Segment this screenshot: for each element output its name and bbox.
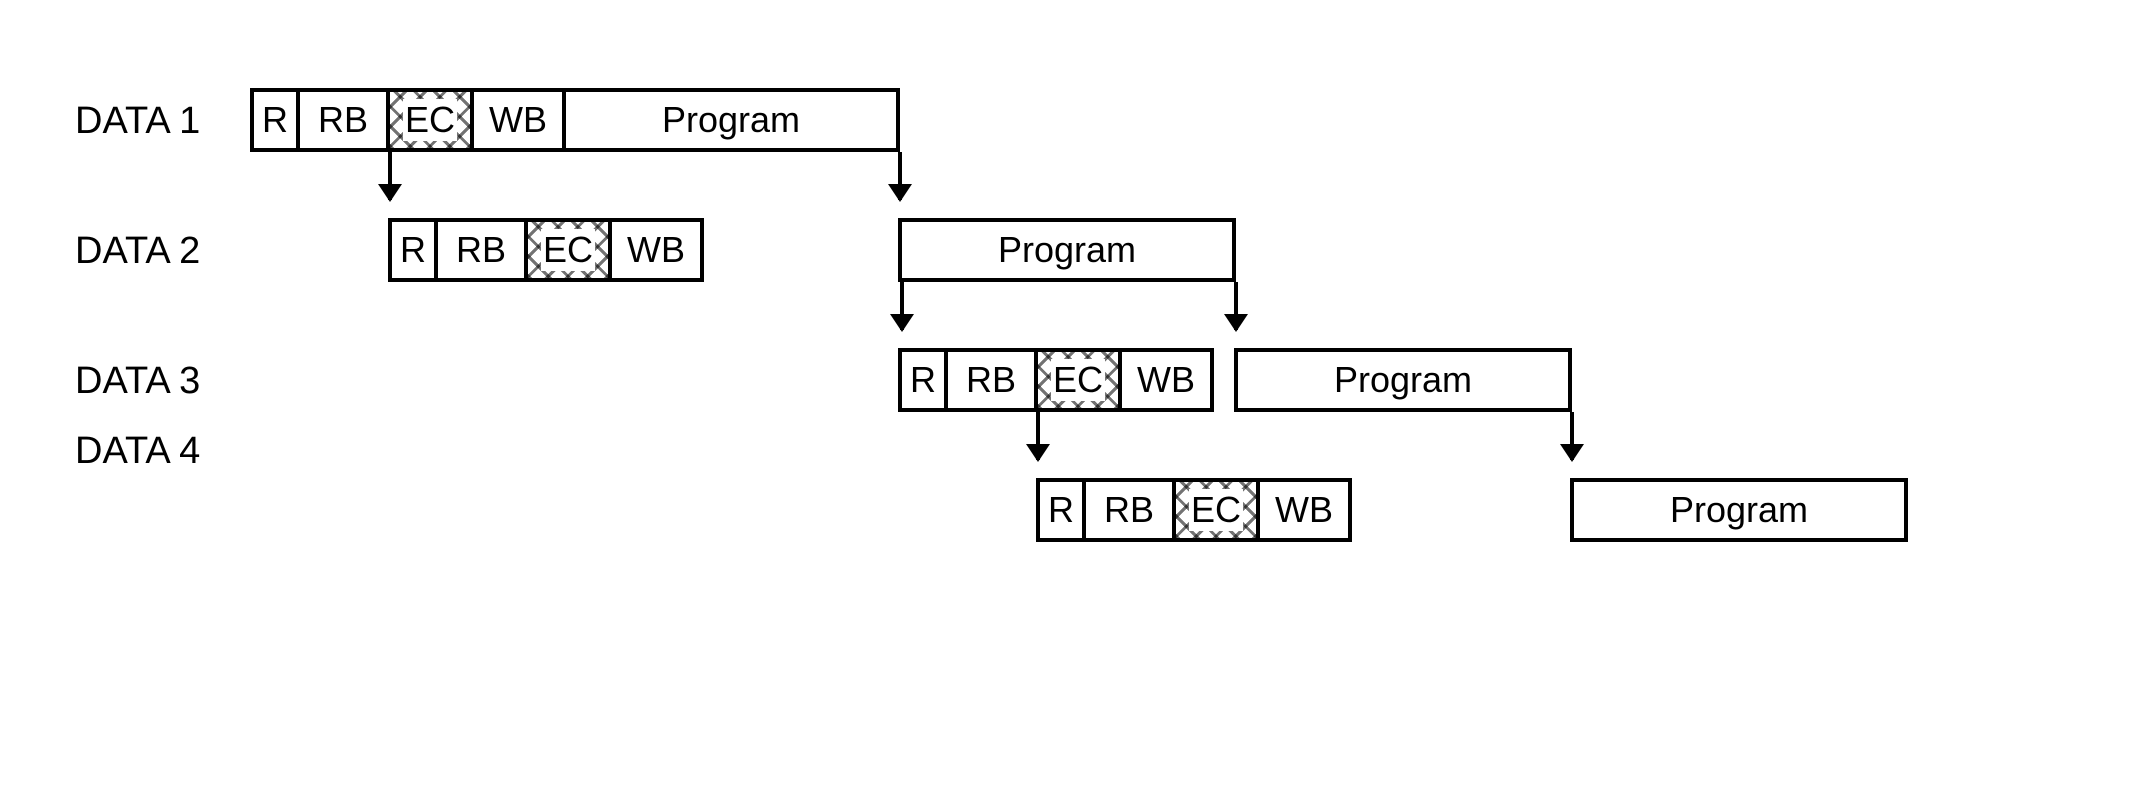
label-data1: DATA 1 (75, 100, 200, 143)
d1-r: R (250, 88, 300, 152)
d1-rb: RB (296, 88, 390, 152)
d3-wb: WB (1118, 348, 1214, 412)
arrow-d2prog-d3r (900, 282, 904, 330)
arrow-d1prog-d2prog (898, 152, 902, 200)
d2-ec: EC (524, 218, 612, 282)
d1-wb: WB (470, 88, 566, 152)
d2-wb: WB (608, 218, 704, 282)
d4-r: R (1036, 478, 1086, 542)
label-data3: DATA 3 (75, 360, 200, 403)
d1-program: Program (562, 88, 900, 152)
d1-ec: EC (386, 88, 474, 152)
d2-rb: RB (434, 218, 528, 282)
label-data4: DATA 4 (75, 430, 200, 473)
d4-ec: EC (1172, 478, 1260, 542)
arrow-d3rb-d4r (1036, 412, 1040, 460)
d4-rb: RB (1082, 478, 1176, 542)
d4-wb: WB (1256, 478, 1352, 542)
arrow-d1rb-d2r (388, 152, 392, 200)
d3-rb: RB (944, 348, 1038, 412)
d2-program: Program (898, 218, 1236, 282)
d2-r: R (388, 218, 438, 282)
d3-r: R (898, 348, 948, 412)
arrow-d3prog-d4prog (1570, 412, 1574, 460)
arrow-d2prog-d3prog (1234, 282, 1238, 330)
d3-program: Program (1234, 348, 1572, 412)
d3-ec: EC (1034, 348, 1122, 412)
pipeline-diagram: DATA 1 DATA 2 DATA 3 DATA 4 R RB EC WB P… (0, 0, 2145, 799)
d4-program: Program (1570, 478, 1908, 542)
label-data2: DATA 2 (75, 230, 200, 273)
